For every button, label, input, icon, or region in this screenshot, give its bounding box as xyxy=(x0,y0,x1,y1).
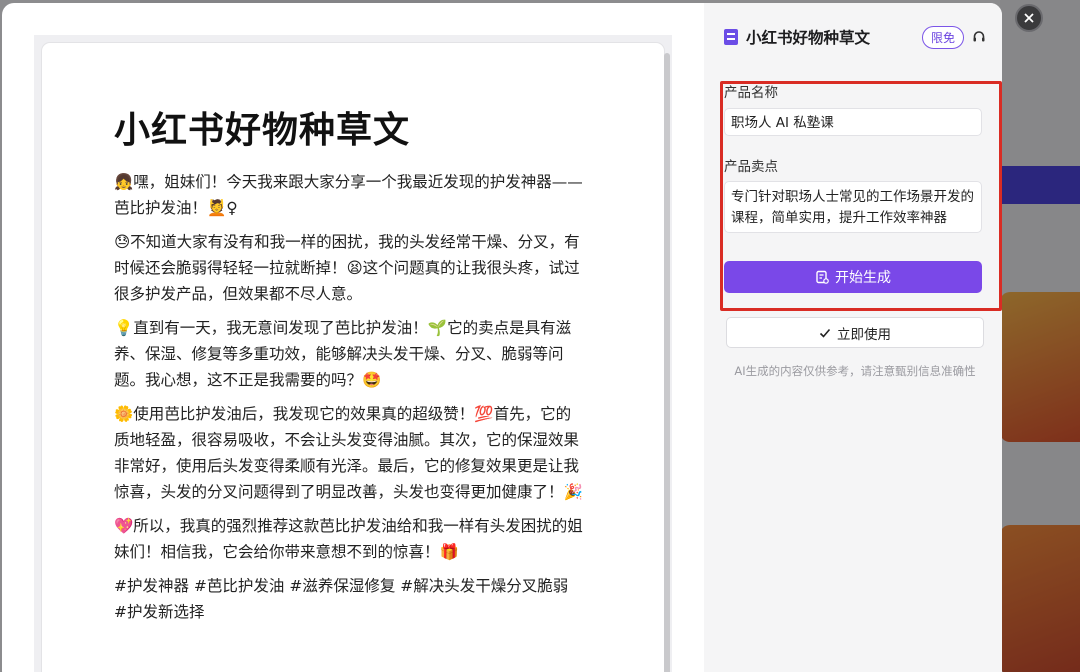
generator-panel: 小红书好物种草文 限免 产品名称 职场人 AI 私塾课 产品卖点 专门针对职场人… xyxy=(704,3,1002,672)
selling-point-input[interactable]: 专门针对职场人士常见的工作场景开发的课程，简单实用，提升工作效率神器 xyxy=(724,181,982,233)
template-preview-modal: 小红书好物种草文 👧嘿，姐妹们！今天我来跟大家分享一个我最近发现的护发神器——芭… xyxy=(2,3,1002,672)
preview-scrollbar[interactable] xyxy=(664,53,670,672)
document-title: 小红书好物种草文 xyxy=(114,110,411,151)
document-paragraph: 🌼使用芭比护发油后，我发现它的效果真的超级赞！💯首先，它的质地轻盈，很容易吸收，… xyxy=(114,405,583,501)
close-button[interactable] xyxy=(1015,4,1043,32)
close-icon xyxy=(1024,13,1034,23)
panel-title: 小红书好物种草文 xyxy=(746,29,871,47)
disclaimer-text: AI生成的内容仅供参考，请注意甄别信息准确性 xyxy=(734,364,976,378)
document-hashtags: #护发神器 #芭比护发油 #滋养保湿修复 #解决头发干燥分叉脆弱 #护发新选择 xyxy=(114,577,569,621)
document-paragraph: 💡直到有一天，我无意间发现了芭比护发油！🌱它的卖点是具有滋养、保湿、修复等多重功… xyxy=(114,319,572,389)
free-badge: 限免 xyxy=(921,25,964,49)
product-name-label: 产品名称 xyxy=(724,85,778,101)
generate-button-label: 开始生成 xyxy=(835,270,891,286)
generate-button[interactable]: 开始生成 xyxy=(724,261,982,293)
check-icon xyxy=(819,328,831,338)
document-paragraph: 💖所以，我真的强烈推荐这款芭比护发油给和我一样有头发困扰的姐妹们！相信我，它会给… xyxy=(114,517,583,561)
use-now-button[interactable]: 立即使用 xyxy=(726,317,984,348)
product-name-input[interactable]: 职场人 AI 私塾课 xyxy=(724,108,982,136)
document-paragraph: 👧嘿，姐妹们！今天我来跟大家分享一个我最近发现的护发神器——芭比护发油！💆♀ xyxy=(114,173,583,217)
panel-header: 小红书好物种草文 限免 xyxy=(724,25,986,49)
generate-icon xyxy=(816,270,829,284)
document-paragraph: 😓不知道大家有没有和我一样的困扰，我的头发经常干燥、分叉，有时候还会脆弱得轻轻一… xyxy=(114,233,580,303)
use-now-label: 立即使用 xyxy=(837,326,891,343)
document-icon xyxy=(724,29,738,45)
preview-area: 小红书好物种草文 👧嘿，姐妹们！今天我来跟大家分享一个我最近发现的护发神器——芭… xyxy=(34,35,672,672)
headset-icon[interactable] xyxy=(972,30,986,44)
selling-point-label: 产品卖点 xyxy=(724,159,778,175)
document-body: 👧嘿，姐妹们！今天我来跟大家分享一个我最近发现的护发神器——芭比护发油！💆♀ 😓… xyxy=(114,169,584,625)
document-preview[interactable]: 小红书好物种草文 👧嘿，姐妹们！今天我来跟大家分享一个我最近发现的护发神器——芭… xyxy=(42,43,670,672)
